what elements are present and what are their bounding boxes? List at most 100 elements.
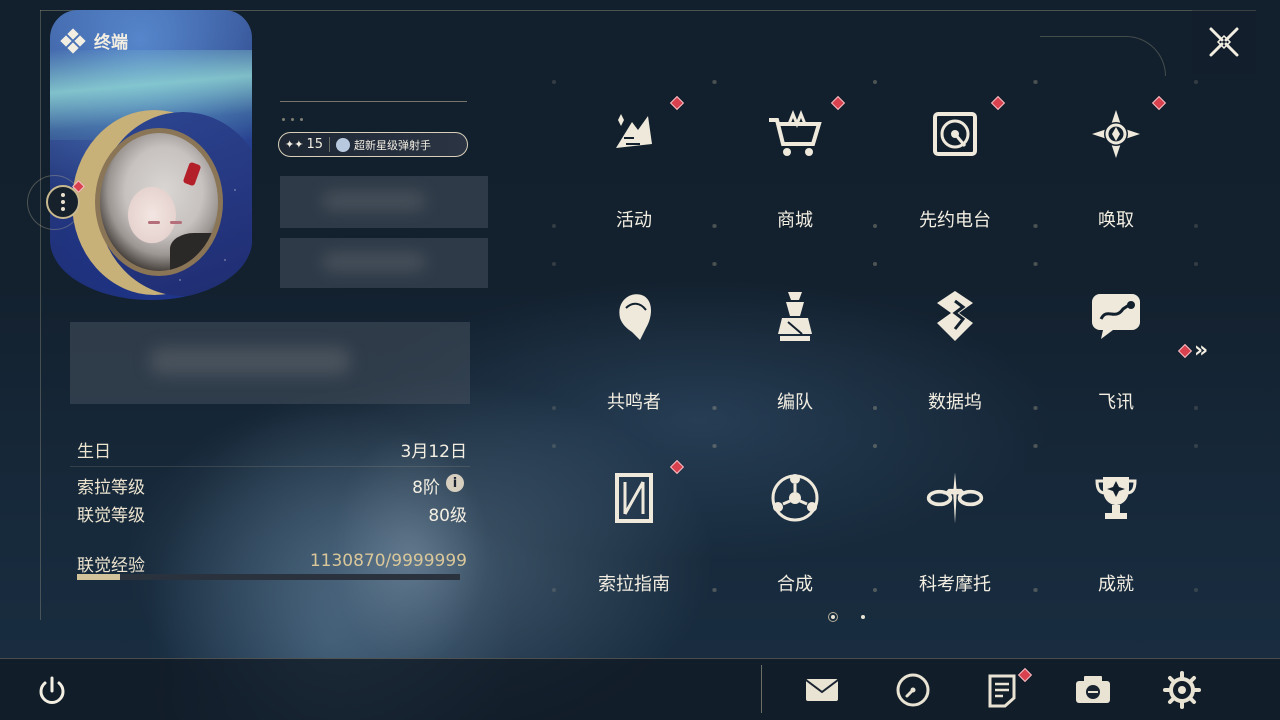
rank-number: ✦✦ 15 (285, 137, 330, 152)
rocket-icon (335, 137, 350, 152)
avatar-eye (148, 221, 160, 224)
camera-icon (1076, 676, 1110, 703)
grid-corner-dot (1034, 80, 1038, 84)
frame-corner-line (1040, 36, 1166, 76)
grid-corner-dot (873, 262, 877, 266)
grid-corner-dot (713, 444, 717, 448)
grid-corner-dot (552, 262, 556, 266)
menu-item-synthesis[interactable]: 合成 (715, 468, 875, 638)
grid-corner-dot (873, 80, 877, 84)
notes-button[interactable] (982, 667, 1033, 710)
diamond-cluster-icon (60, 27, 86, 54)
trophy-icon (1086, 468, 1146, 528)
stat-divider (70, 466, 470, 467)
avatar-eye (170, 221, 182, 224)
menu-item-resonator[interactable]: 共鸣者 (554, 286, 714, 456)
clock-icon (896, 673, 930, 707)
grid-corner-dot (873, 444, 877, 448)
blurred-signature[interactable] (70, 322, 470, 404)
menu-item-label: 唤取 (1098, 210, 1134, 231)
settings-button[interactable] (1162, 670, 1202, 710)
menu-item-message[interactable]: 飞讯 (1036, 286, 1196, 456)
union-level-label: 联觉等级 (77, 506, 145, 526)
exp-progress-fill (77, 574, 120, 580)
guide-icon (604, 468, 664, 528)
terminal-title-text: 终端 (94, 33, 128, 53)
menu-item-label: 成就 (1098, 574, 1134, 595)
grid-corner-dot (713, 224, 717, 228)
notes-icon (988, 674, 1016, 708)
menu-item-radio[interactable]: 先约电台 (875, 95, 1035, 274)
birthday-value: 3月12日 (400, 442, 467, 462)
mail-button[interactable] (802, 670, 842, 710)
clock-button[interactable] (893, 670, 933, 710)
rank-badge[interactable]: ✦✦ 15 超新星级弹射手 (278, 132, 468, 157)
menu-item-data-bank[interactable]: 数据坞 (875, 286, 1035, 456)
grid-corner-dot (1194, 80, 1198, 84)
next-page-button[interactable]: » (1177, 338, 1209, 363)
grid-corner-dot (713, 80, 717, 84)
grid-corner-dot (1194, 262, 1198, 266)
menu-item-shop-cart[interactable]: 商城 (715, 95, 875, 274)
menu-item-trophy[interactable]: 成就 (1036, 468, 1196, 638)
info-icon[interactable]: i (446, 474, 464, 492)
close-icon (1209, 27, 1239, 57)
grid-corner-dot (1034, 588, 1038, 592)
close-button[interactable] (1192, 10, 1256, 74)
menu-item-label: 商城 (777, 210, 813, 231)
resonator-icon (604, 286, 664, 346)
menu-item-motorbike[interactable]: 科考摩托 (875, 468, 1035, 638)
frame-left-line (40, 10, 41, 620)
avatar-ribbon (182, 161, 202, 187)
shop-cart-icon (765, 104, 825, 164)
union-level-value: 80级 (428, 506, 467, 526)
grid-corner-dot (552, 224, 556, 228)
grid-corner-dot (1034, 262, 1038, 266)
grid-corner-dot (713, 588, 717, 592)
sparkle-icon: ✦✦ (285, 138, 304, 151)
convene-icon (1086, 104, 1146, 164)
radio-icon (925, 104, 985, 164)
power-button[interactable] (34, 673, 70, 709)
avatar-outfit (170, 233, 218, 271)
grid-corner-dot (873, 588, 877, 592)
terminal-title: 终端 (60, 27, 128, 54)
exp-label: 联觉经验 (77, 556, 145, 576)
power-icon (39, 676, 65, 704)
grid-corner-dot (1194, 406, 1198, 410)
grid-corner-dot (552, 588, 556, 592)
next-page-badge (1177, 343, 1193, 358)
avatar[interactable] (95, 128, 223, 276)
blurred-player-name (280, 176, 488, 228)
message-icon (1086, 286, 1146, 346)
blurred-player-id (280, 238, 488, 288)
grid-corner-dot (1034, 406, 1038, 410)
settings-gear-icon (1163, 671, 1201, 709)
camera-button[interactable] (1073, 670, 1113, 710)
menu-item-label: 索拉指南 (598, 574, 670, 595)
grid-corner-dot (1194, 588, 1198, 592)
grid-corner-dot (713, 406, 717, 410)
menu-item-label: 编队 (777, 392, 813, 413)
decor-dots (282, 118, 303, 121)
bottom-separator (761, 665, 762, 713)
mail-icon (805, 679, 839, 701)
menu-item-label: 共鸣者 (607, 392, 661, 413)
events-icon (604, 104, 664, 164)
menu-item-label: 先约电台 (919, 210, 991, 231)
name-underline (280, 101, 467, 102)
menu-item-convene[interactable]: 唤取 (1036, 95, 1196, 274)
birthday-label: 生日 (77, 442, 111, 462)
grid-corner-dot (713, 262, 717, 266)
synthesis-icon (765, 468, 825, 528)
page-dot-inactive[interactable] (861, 615, 865, 619)
menu-item-events[interactable]: 活动 (554, 95, 714, 274)
grid-corner-dot (873, 406, 877, 410)
sola-level-value: 8阶 (412, 478, 440, 498)
team-chess-icon (765, 286, 825, 346)
menu-item-guide[interactable]: 索拉指南 (554, 459, 714, 638)
double-chevron-right-icon: » (1194, 338, 1209, 363)
grid-corner-dot (1034, 444, 1038, 448)
menu-item-label: 科考摩托 (919, 574, 991, 595)
menu-item-team-chess[interactable]: 编队 (715, 286, 875, 456)
